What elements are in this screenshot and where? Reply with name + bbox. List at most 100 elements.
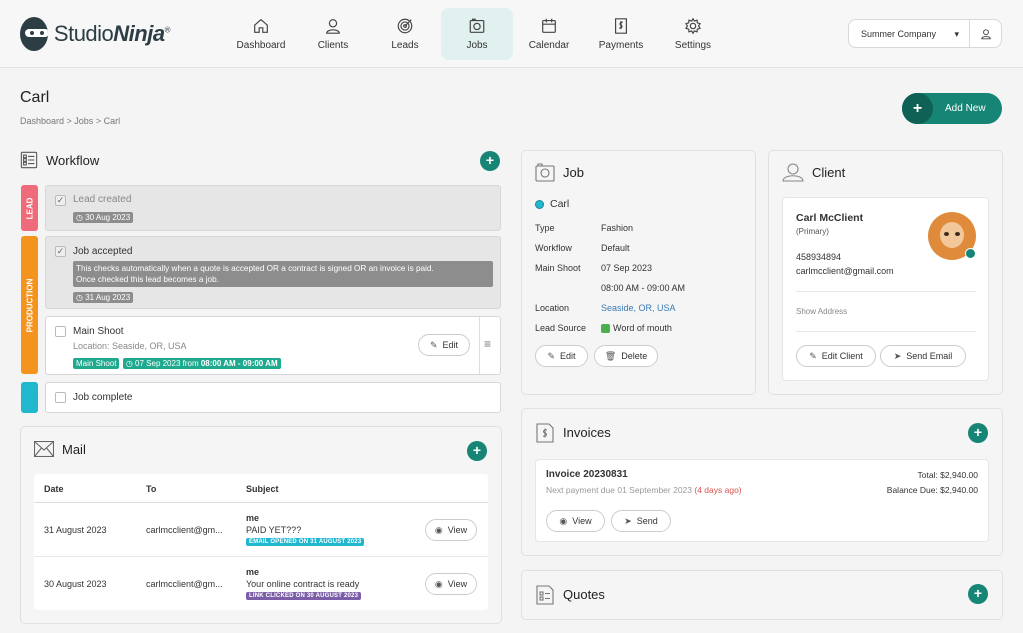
breadcrumb-current: Carl	[103, 116, 121, 126]
view-mail-button[interactable]: ◉ View	[425, 519, 477, 541]
add-workflow-task-button[interactable]: +	[480, 151, 500, 171]
camera-icon	[469, 18, 485, 33]
add-invoice-button[interactable]: +	[968, 423, 988, 443]
invoices-header: Invoices	[535, 421, 611, 443]
table-row[interactable]: 30 August 2023 carlmcclient@gm... me You…	[34, 557, 488, 610]
task-checkbox-checked[interactable]: ✓	[55, 246, 66, 257]
delete-job-button[interactable]: 🗑 Delete	[594, 345, 658, 367]
job-value-main-shoot-time: 08:00 AM - 09:00 AM	[601, 283, 686, 293]
nav-payments[interactable]: Payments	[585, 8, 657, 60]
mail-recipient: carlmcclient@gm...	[146, 525, 223, 535]
view-invoice-button[interactable]: ◉ View	[546, 510, 605, 532]
job-name: Carl	[535, 198, 569, 210]
camera-badge-icon	[965, 248, 976, 259]
company-select[interactable]: Summer Company ▾	[848, 19, 970, 48]
nav-leads[interactable]: Leads	[369, 8, 441, 60]
add-new-label: Add New	[945, 103, 986, 114]
job-location-link[interactable]: Seaside, OR, USA	[601, 303, 676, 313]
send-icon: ➤	[624, 515, 632, 526]
main-nav: Dashboard Clients Leads Jobs Calendar Pa…	[225, 8, 729, 60]
client-header: Client	[782, 162, 845, 182]
target-icon	[397, 18, 413, 34]
send-icon: ➤	[893, 350, 902, 361]
job-value-type: Fashion	[601, 223, 634, 233]
user-icon	[326, 19, 340, 34]
job-status-dot	[535, 199, 544, 209]
quotes-title: Quotes	[563, 586, 605, 602]
studio-ninja-logo[interactable]: StudioNinja®	[20, 14, 171, 54]
mail-date: 30 August 2023	[44, 579, 107, 589]
nav-label: Jobs	[466, 40, 488, 51]
task-checkbox[interactable]	[55, 326, 66, 337]
checklist-icon	[20, 151, 38, 169]
nav-jobs[interactable]: Jobs	[441, 8, 513, 60]
add-new-button[interactable]: + Add New	[902, 93, 1002, 124]
invoice-balance-due: Balance Due: $2,940.00	[886, 485, 978, 495]
drag-handle-icon[interactable]: ≡	[484, 337, 491, 351]
show-address-link[interactable]: Show Address	[796, 307, 847, 316]
mail-subject: PAID YET???	[246, 525, 302, 535]
task-job-complete[interactable]: Job complete	[45, 382, 501, 413]
edit-client-button[interactable]: ✎ Edit Client	[796, 345, 876, 367]
camera-icon	[535, 163, 555, 182]
task-main-shoot[interactable]: Main Shoot Location: Seaside, OR, USA Ma…	[45, 316, 501, 375]
ninja-mascot-icon	[20, 17, 48, 51]
task-label: Lead created	[73, 194, 132, 205]
invoice-item[interactable]: Invoice 20230831 Next payment due 01 Sep…	[535, 459, 989, 542]
workflow-title: Workflow	[46, 152, 100, 168]
job-value-workflow: Default	[601, 243, 630, 253]
job-value-lead-source: Word of mouth	[601, 323, 672, 333]
mail-subject: Your online contract is ready	[246, 579, 360, 589]
user-menu-button[interactable]	[969, 19, 1002, 48]
nav-calendar[interactable]: Calendar	[513, 8, 585, 60]
breadcrumb-dashboard[interactable]: Dashboard	[20, 116, 64, 126]
task-date-tag: ◷ 30 Aug 2023	[73, 209, 134, 223]
nav-dashboard[interactable]: Dashboard	[225, 8, 297, 60]
mail-header: Mail	[34, 441, 86, 457]
client-role: (Primary)	[796, 227, 829, 236]
divider	[796, 291, 976, 292]
task-label: Job accepted	[73, 246, 133, 257]
gear-icon	[685, 17, 701, 35]
invoice-next-due: Next payment due 01 September 2023 (4 da…	[546, 485, 742, 495]
task-label: Job complete	[73, 392, 133, 403]
client-title: Client	[812, 164, 846, 180]
client-phone: 458934894	[796, 252, 842, 262]
stage-production: PRODUCTION	[21, 236, 38, 374]
edit-task-button[interactable]: ✎ Edit	[418, 334, 470, 356]
breadcrumb-jobs[interactable]: Jobs	[74, 116, 93, 126]
workflow-header: Workflow	[20, 151, 99, 169]
eye-icon: ◉	[434, 578, 443, 589]
status-badge: EMAIL OPENED ON 31 AUGUST 2023	[246, 538, 365, 546]
nav-settings[interactable]: Settings	[657, 8, 729, 60]
pencil-icon: ✎	[547, 350, 556, 361]
nav-label: Leads	[391, 40, 419, 51]
table-row[interactable]: 31 August 2023 carlmcclient@gm... me PAI…	[34, 503, 488, 557]
task-label: Main Shoot	[73, 326, 124, 337]
edit-job-button[interactable]: ✎ Edit	[535, 345, 588, 367]
send-email-button[interactable]: ➤ Send Email	[880, 345, 966, 367]
nav-clients[interactable]: Clients	[297, 8, 369, 60]
mail-table-header: Date To Subject	[34, 474, 488, 503]
nav-label: Settings	[674, 40, 712, 51]
mail-sender: me	[246, 567, 260, 577]
task-checkbox[interactable]	[55, 392, 66, 403]
send-invoice-button[interactable]: ➤ Send	[611, 510, 671, 532]
nav-label: Dashboard	[236, 40, 286, 51]
task-location: Location: Seaside, OR, USA	[73, 341, 187, 351]
compose-mail-button[interactable]: +	[467, 441, 487, 461]
task-lead-created[interactable]: ✓ Lead created ◷ 30 Aug 2023	[45, 185, 501, 231]
divider	[796, 331, 976, 332]
job-label-type: Type	[535, 223, 555, 233]
job-header: Job	[535, 162, 584, 182]
brand-wordmark: StudioNinja®	[53, 21, 171, 46]
add-quote-button[interactable]: +	[968, 584, 988, 604]
task-checkbox-checked[interactable]: ✓	[55, 195, 66, 206]
status-badge: LINK CLICKED ON 30 AUGUST 2023	[246, 592, 362, 600]
task-job-accepted[interactable]: ✓ Job accepted This checks automatically…	[45, 236, 501, 309]
view-mail-button[interactable]: ◉ View	[425, 573, 477, 595]
column-header-date: Date	[44, 484, 64, 494]
quotes-header: Quotes	[535, 583, 605, 605]
clock-icon: ◷	[125, 359, 133, 368]
pencil-icon: ✎	[809, 350, 817, 361]
